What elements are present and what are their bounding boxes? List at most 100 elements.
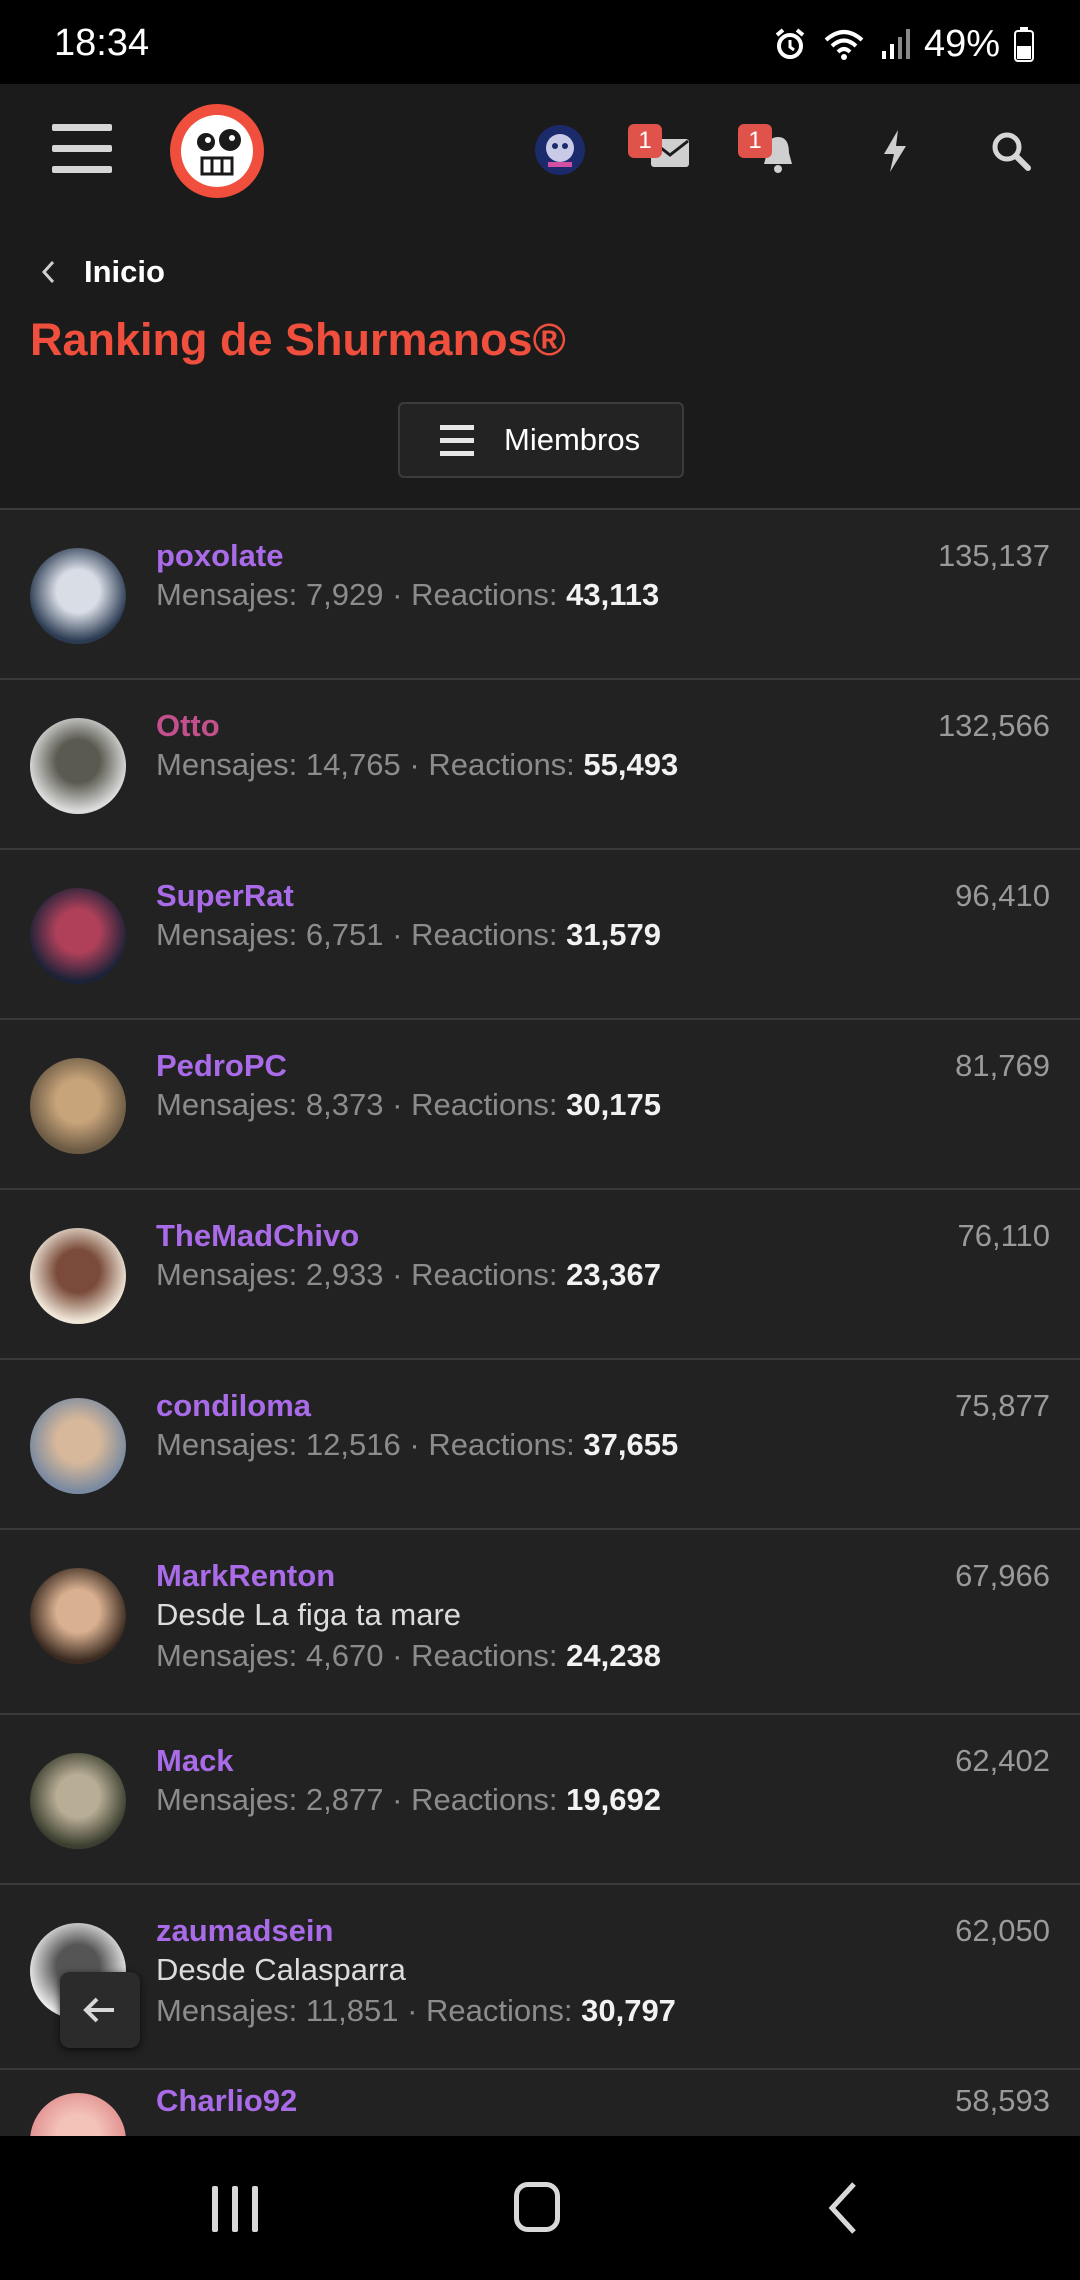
messages-label: Mensajes: bbox=[156, 1782, 298, 1817]
stats-separator: · bbox=[409, 747, 420, 782]
member-name[interactable]: PedroPC bbox=[156, 1048, 287, 1084]
member-row[interactable]: Mack Mensajes: 2,877 · Reactions: 19,692 6… bbox=[0, 1715, 1080, 1885]
search-icon[interactable] bbox=[990, 130, 1032, 172]
member-stats: Mensajes: 6,751 · Reactions: 31,579 bbox=[156, 917, 661, 953]
member-avatar[interactable] bbox=[30, 1753, 126, 1849]
reactions-label: Reactions: bbox=[411, 1782, 558, 1817]
reactions-label: Reactions: bbox=[426, 1993, 573, 2028]
member-score: 62,050 bbox=[955, 1913, 1050, 1948]
reactions-count: 23,367 bbox=[566, 1257, 661, 1292]
member-stats: Mensajes: 11,851 · Reactions: 30,797 bbox=[156, 1993, 676, 2029]
messages-label: Mensajes: bbox=[156, 1427, 298, 1462]
chevron-left-icon bbox=[41, 260, 55, 284]
member-row[interactable]: condiloma Mensajes: 12,516 · Reactions: 3… bbox=[0, 1360, 1080, 1530]
home-button[interactable] bbox=[514, 2182, 560, 2232]
member-name[interactable]: poxolate bbox=[156, 538, 283, 574]
messages-label: Mensajes: bbox=[156, 577, 298, 612]
member-name[interactable]: condiloma bbox=[156, 1388, 311, 1424]
member-avatar[interactable] bbox=[30, 1398, 126, 1494]
page-header: Inicio Ranking de Shurmanos® Miembros bbox=[0, 210, 1080, 510]
members-filter-label: Miembros bbox=[504, 422, 641, 457]
member-row[interactable]: poxolate Mensajes: 7,929 · Reactions: 43,… bbox=[0, 510, 1080, 680]
reactions-label: Reactions: bbox=[428, 747, 575, 782]
site-logo[interactable] bbox=[168, 102, 266, 200]
member-row[interactable]: PedroPC Mensajes: 8,373 · Reactions: 30,1… bbox=[0, 1020, 1080, 1190]
messages-count: 14,765 bbox=[305, 747, 401, 782]
member-row[interactable]: SuperRat Mensajes: 6,751 · Reactions: 31,… bbox=[0, 850, 1080, 1020]
reactions-label: Reactions: bbox=[428, 1427, 575, 1462]
member-stats: Mensajes: 7,929 · Reactions: 43,113 bbox=[156, 577, 659, 613]
stats-separator: · bbox=[392, 577, 403, 612]
stats-separator: · bbox=[392, 1087, 403, 1122]
member-name[interactable]: SuperRat bbox=[156, 878, 294, 914]
reactions-label: Reactions: bbox=[411, 917, 558, 952]
reactions-count: 30,175 bbox=[566, 1087, 661, 1122]
list-icon bbox=[440, 424, 474, 456]
member-name[interactable]: MarkRenton bbox=[156, 1558, 335, 1594]
reactions-count: 19,692 bbox=[566, 1782, 661, 1817]
member-row[interactable]: zaumadsein Desde Calasparra Mensajes: 11,8… bbox=[0, 1885, 1080, 2070]
arrow-left-icon bbox=[83, 1997, 114, 2023]
member-score: 75,877 bbox=[955, 1388, 1050, 1423]
messages-count: 2,877 bbox=[305, 1782, 384, 1817]
messages-label: Mensajes: bbox=[156, 747, 298, 782]
messages-count: 7,929 bbox=[305, 577, 384, 612]
stats-separator: · bbox=[392, 917, 403, 952]
messages-label: Mensajes: bbox=[156, 917, 298, 952]
member-avatar[interactable] bbox=[30, 718, 126, 814]
alarm-icon bbox=[775, 28, 805, 59]
user-avatar[interactable] bbox=[534, 124, 586, 176]
member-score: 76,110 bbox=[957, 1218, 1050, 1253]
member-row[interactable]: Otto Mensajes: 14,765 · Reactions: 55,493… bbox=[0, 680, 1080, 850]
messages-count: 12,516 bbox=[305, 1427, 401, 1462]
member-score: 58,593 bbox=[955, 2083, 1050, 2118]
member-stats: Mensajes: 12,516 · Reactions: 37,655 bbox=[156, 1427, 678, 1463]
member-name[interactable]: Otto bbox=[156, 708, 220, 744]
member-avatar[interactable] bbox=[30, 1568, 126, 1664]
inbox-badge: 1 bbox=[628, 124, 662, 158]
messages-label: Mensajes: bbox=[156, 1993, 298, 2028]
member-stats: Mensajes: 4,670 · Reactions: 24,238 bbox=[156, 1638, 661, 1674]
member-row[interactable]: MarkRenton Desde La figa ta mare Mensajes:… bbox=[0, 1530, 1080, 1715]
messages-count: 6,751 bbox=[305, 917, 384, 952]
member-avatar[interactable] bbox=[30, 888, 126, 984]
members-filter-button[interactable]: Miembros bbox=[398, 402, 684, 478]
bolt-icon[interactable] bbox=[880, 128, 910, 174]
reactions-count: 37,655 bbox=[583, 1427, 679, 1462]
breadcrumb-label[interactable]: Inicio bbox=[84, 254, 165, 290]
messages-label: Mensajes: bbox=[156, 1257, 298, 1292]
member-score: 132,566 bbox=[937, 708, 1050, 743]
stats-separator: · bbox=[407, 1993, 418, 2028]
member-score: 81,769 bbox=[955, 1048, 1050, 1083]
alerts-badge: 1 bbox=[738, 124, 772, 158]
member-score: 62,402 bbox=[955, 1743, 1050, 1778]
scroll-back-button[interactable] bbox=[60, 1972, 140, 2048]
member-score: 67,966 bbox=[955, 1558, 1050, 1593]
status-time: 18:34 bbox=[54, 22, 150, 64]
member-stats: Mensajes: 2,877 · Reactions: 19,692 bbox=[156, 1782, 661, 1818]
member-row[interactable]: TheMadChivo Mensajes: 2,933 · Reactions: … bbox=[0, 1190, 1080, 1360]
signal-icon bbox=[881, 29, 910, 59]
reactions-count: 55,493 bbox=[583, 747, 679, 782]
reactions-count: 31,579 bbox=[566, 917, 661, 952]
stats-separator: · bbox=[392, 1257, 403, 1292]
member-name[interactable]: zaumadsein bbox=[156, 1913, 333, 1949]
inbox-button[interactable]: 1 bbox=[620, 124, 700, 184]
member-name[interactable]: Charlio92 bbox=[156, 2083, 297, 2119]
member-name[interactable]: Mack bbox=[156, 1743, 234, 1779]
member-stats: Mensajes: 14,765 · Reactions: 55,493 bbox=[156, 747, 678, 783]
member-score: 135,137 bbox=[937, 538, 1050, 573]
alerts-button[interactable]: 1 bbox=[732, 124, 812, 184]
member-name[interactable]: TheMadChivo bbox=[156, 1218, 359, 1254]
recents-button[interactable] bbox=[212, 2186, 258, 2232]
status-icons: 49% bbox=[772, 22, 1034, 66]
breadcrumb[interactable]: Inicio bbox=[40, 254, 165, 290]
member-score: 96,410 bbox=[955, 878, 1050, 913]
menu-icon[interactable] bbox=[52, 124, 112, 174]
back-button[interactable] bbox=[826, 2180, 858, 2236]
member-avatar[interactable] bbox=[30, 1058, 126, 1154]
member-avatar[interactable] bbox=[30, 548, 126, 644]
battery-icon bbox=[1014, 27, 1034, 62]
reactions-count: 43,113 bbox=[566, 577, 660, 612]
member-avatar[interactable] bbox=[30, 1228, 126, 1324]
